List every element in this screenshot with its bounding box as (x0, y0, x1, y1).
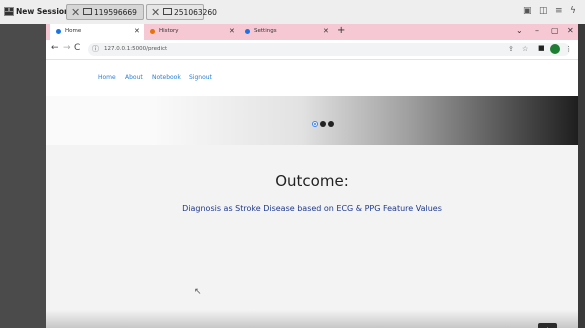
address-url: 127.0.0.1:5000/predict (104, 46, 168, 52)
browser-tab-label: Settings (254, 28, 277, 34)
browser-tab-label: Home (65, 28, 82, 34)
maximize-icon[interactable]: ▢ (551, 26, 559, 35)
nav-link-home[interactable]: Home (98, 74, 116, 81)
history-icon (150, 29, 155, 34)
menu-icon[interactable]: ≡ (555, 6, 563, 16)
outcome-text: Diagnosis as Stroke Disease based on ECG… (182, 204, 442, 213)
lightning-icon[interactable]: ϟ (570, 6, 576, 16)
browser-tab-history[interactable]: History ✕ (144, 24, 239, 40)
hero-carousel (46, 96, 578, 145)
outcome-title: Outcome: (275, 172, 349, 190)
close-icon[interactable]: ✕ (134, 27, 140, 35)
monitor-icon (163, 8, 172, 15)
close-icon[interactable]: ✕ (567, 26, 574, 35)
carousel-indicator[interactable] (328, 121, 334, 127)
profile-avatar[interactable] (550, 44, 560, 54)
browser-tab-settings[interactable]: Settings ✕ (239, 24, 334, 40)
mouse-cursor-icon: ↖ (194, 287, 202, 297)
page-content: Home About Notebook Signout Outcome: Dia… (46, 60, 578, 328)
back-icon[interactable]: ← (51, 43, 59, 53)
close-icon[interactable]: ✕ (323, 27, 329, 35)
extensions-icon[interactable]: ■ (538, 44, 545, 52)
pin-icon[interactable]: ▣ (523, 6, 532, 16)
globe-icon (56, 29, 61, 34)
nav-link-signout[interactable]: Signout (189, 74, 212, 81)
close-icon[interactable]: ✕ (71, 6, 80, 19)
nav-link-notebook[interactable]: Notebook (152, 74, 181, 81)
browser-tabstrip: Home ✕ History ✕ Settings ✕ + ⌄ – ▢ ✕ (46, 24, 578, 40)
site-navbar: Home About Notebook Signout (46, 60, 578, 96)
carousel-indicator-active[interactable] (312, 121, 318, 127)
minimize-icon[interactable]: – (535, 26, 539, 35)
session-logo-icon (4, 7, 14, 16)
new-tab-button[interactable]: + (337, 25, 345, 36)
address-bar[interactable]: ⓘ 127.0.0.1:5000/predict ⇪ ☆ ■ ⋮ (88, 43, 572, 56)
chevron-down-icon[interactable]: ⌄ (516, 26, 523, 35)
session-tab-2[interactable]: ✕ 251063260 (146, 4, 217, 20)
reload-icon[interactable]: C (74, 43, 80, 53)
share-icon[interactable]: ⇪ (508, 45, 514, 53)
session-title: New Session (16, 7, 70, 16)
browser-tab-home[interactable]: Home ✕ (50, 24, 144, 40)
carousel-indicator[interactable] (320, 121, 326, 127)
session-tab-label: 251063260 (174, 8, 217, 17)
left-dark-strip (0, 24, 46, 328)
browser-tab-label: History (159, 28, 179, 34)
more-menu-icon[interactable]: ⋮ (565, 45, 572, 53)
scroll-to-top-button[interactable]: ▲ (538, 323, 557, 328)
screenshot-icon[interactable]: ◫ (539, 6, 548, 16)
star-icon[interactable]: ☆ (522, 45, 528, 53)
close-icon[interactable]: ✕ (151, 6, 160, 19)
browser-toolbar: ← → C ⓘ 127.0.0.1:5000/predict ⇪ ☆ ■ ⋮ (46, 40, 578, 60)
close-icon[interactable]: ✕ (229, 27, 235, 35)
session-tab-label: 119596669 (94, 8, 137, 17)
browser-window: Home ✕ History ✕ Settings ✕ + ⌄ – ▢ ✕ ← … (46, 24, 578, 328)
session-tab-1[interactable]: ✕ 119596669 (66, 4, 144, 20)
forward-icon[interactable]: → (63, 43, 71, 53)
info-icon[interactable]: ⓘ (92, 44, 99, 54)
gear-icon (245, 29, 250, 34)
session-bar: New Session ✕ 119596669 ✕ 251063260 ▣ ◫ … (0, 0, 585, 25)
monitor-icon (83, 8, 92, 15)
bottom-shade (46, 310, 578, 328)
nav-link-about[interactable]: About (125, 74, 143, 81)
right-dark-strip (578, 24, 585, 328)
